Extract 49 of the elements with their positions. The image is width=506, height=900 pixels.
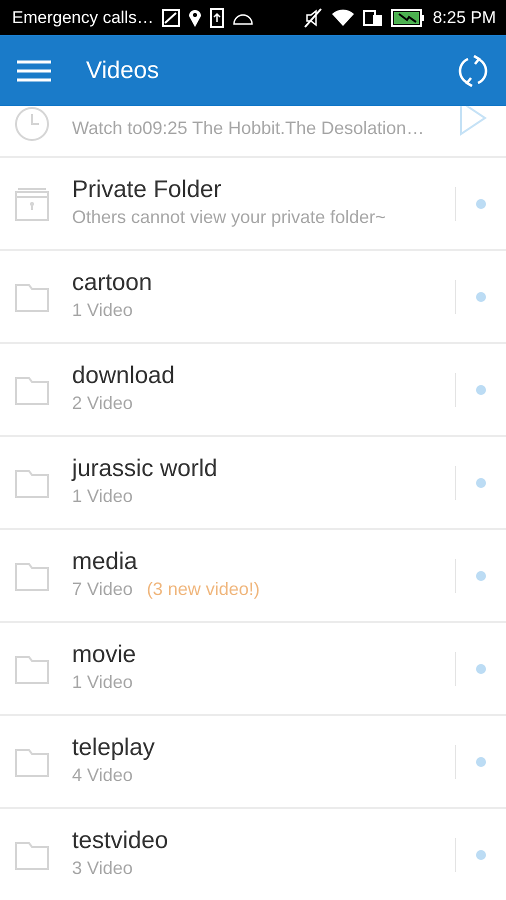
list-item[interactable]: Private Folder Others cannot view your private folder~ [0,158,506,251]
list-item[interactable]: download 2 Video [0,344,506,437]
clock-icon [14,106,50,142]
safe-icon [14,186,50,222]
list-item[interactable]: jurassic world 1 Video [0,437,506,530]
location-icon [188,8,202,28]
list-item[interactable]: teleplay 4 Video [0,716,506,809]
item-subtitle: 1 Video [72,485,133,508]
item-title: movie [72,640,138,670]
item-title: media [72,548,138,576]
list-item[interactable]: testvideo 3 Video [0,809,506,900]
item-subtitle: Others cannot view your private folder~ [72,206,386,230]
new-count-text: (3 new video!) [146,578,260,602]
sim-icon [362,8,383,26]
item-title: Private Folder [72,176,222,204]
more-dot[interactable] [476,570,486,580]
wifi-icon [330,8,355,28]
more-dot[interactable] [476,292,486,302]
carrier-text: Emergency calls… [12,6,154,29]
item-subtitle: 3 Video [72,857,133,880]
more-dot[interactable] [476,384,486,394]
app-title: Videos [86,56,159,86]
list-item[interactable]: movie 1 Video [0,623,506,716]
item-subtitle: 7 Video [72,578,133,602]
image-icon [162,8,180,26]
item-title: download [72,362,176,390]
list-item[interactable]: cartoon 1 Video [0,251,506,344]
item-subtitle: 4 Video [72,764,133,788]
upload-icon [210,8,224,28]
menu-icon[interactable] [16,60,52,82]
battery-icon [390,8,425,26]
play-icon[interactable] [458,106,488,136]
item-title: cartoon [72,268,154,298]
list-item[interactable]: media 7 Video (3 new video!) [0,530,506,623]
more-dot[interactable] [476,198,486,208]
item-title: testvideo [72,826,170,856]
item-subtitle: Watch to09:25 The Hobbit.The Desolation… [72,117,424,140]
more-dot[interactable] [476,756,486,766]
more-dot[interactable] [476,478,486,488]
mute-icon [302,8,323,28]
item-subtitle: 1 Video [72,671,133,694]
item-title: teleplay [72,734,156,762]
clock-text: 8:25 PM [432,6,496,29]
item-subtitle: 2 Video [72,392,133,416]
item-title: jurassic world [72,454,218,484]
more-dot[interactable] [476,664,486,674]
item-subtitle: 1 Video [72,299,133,322]
more-dot[interactable] [476,850,486,860]
refresh-icon[interactable] [456,54,490,88]
